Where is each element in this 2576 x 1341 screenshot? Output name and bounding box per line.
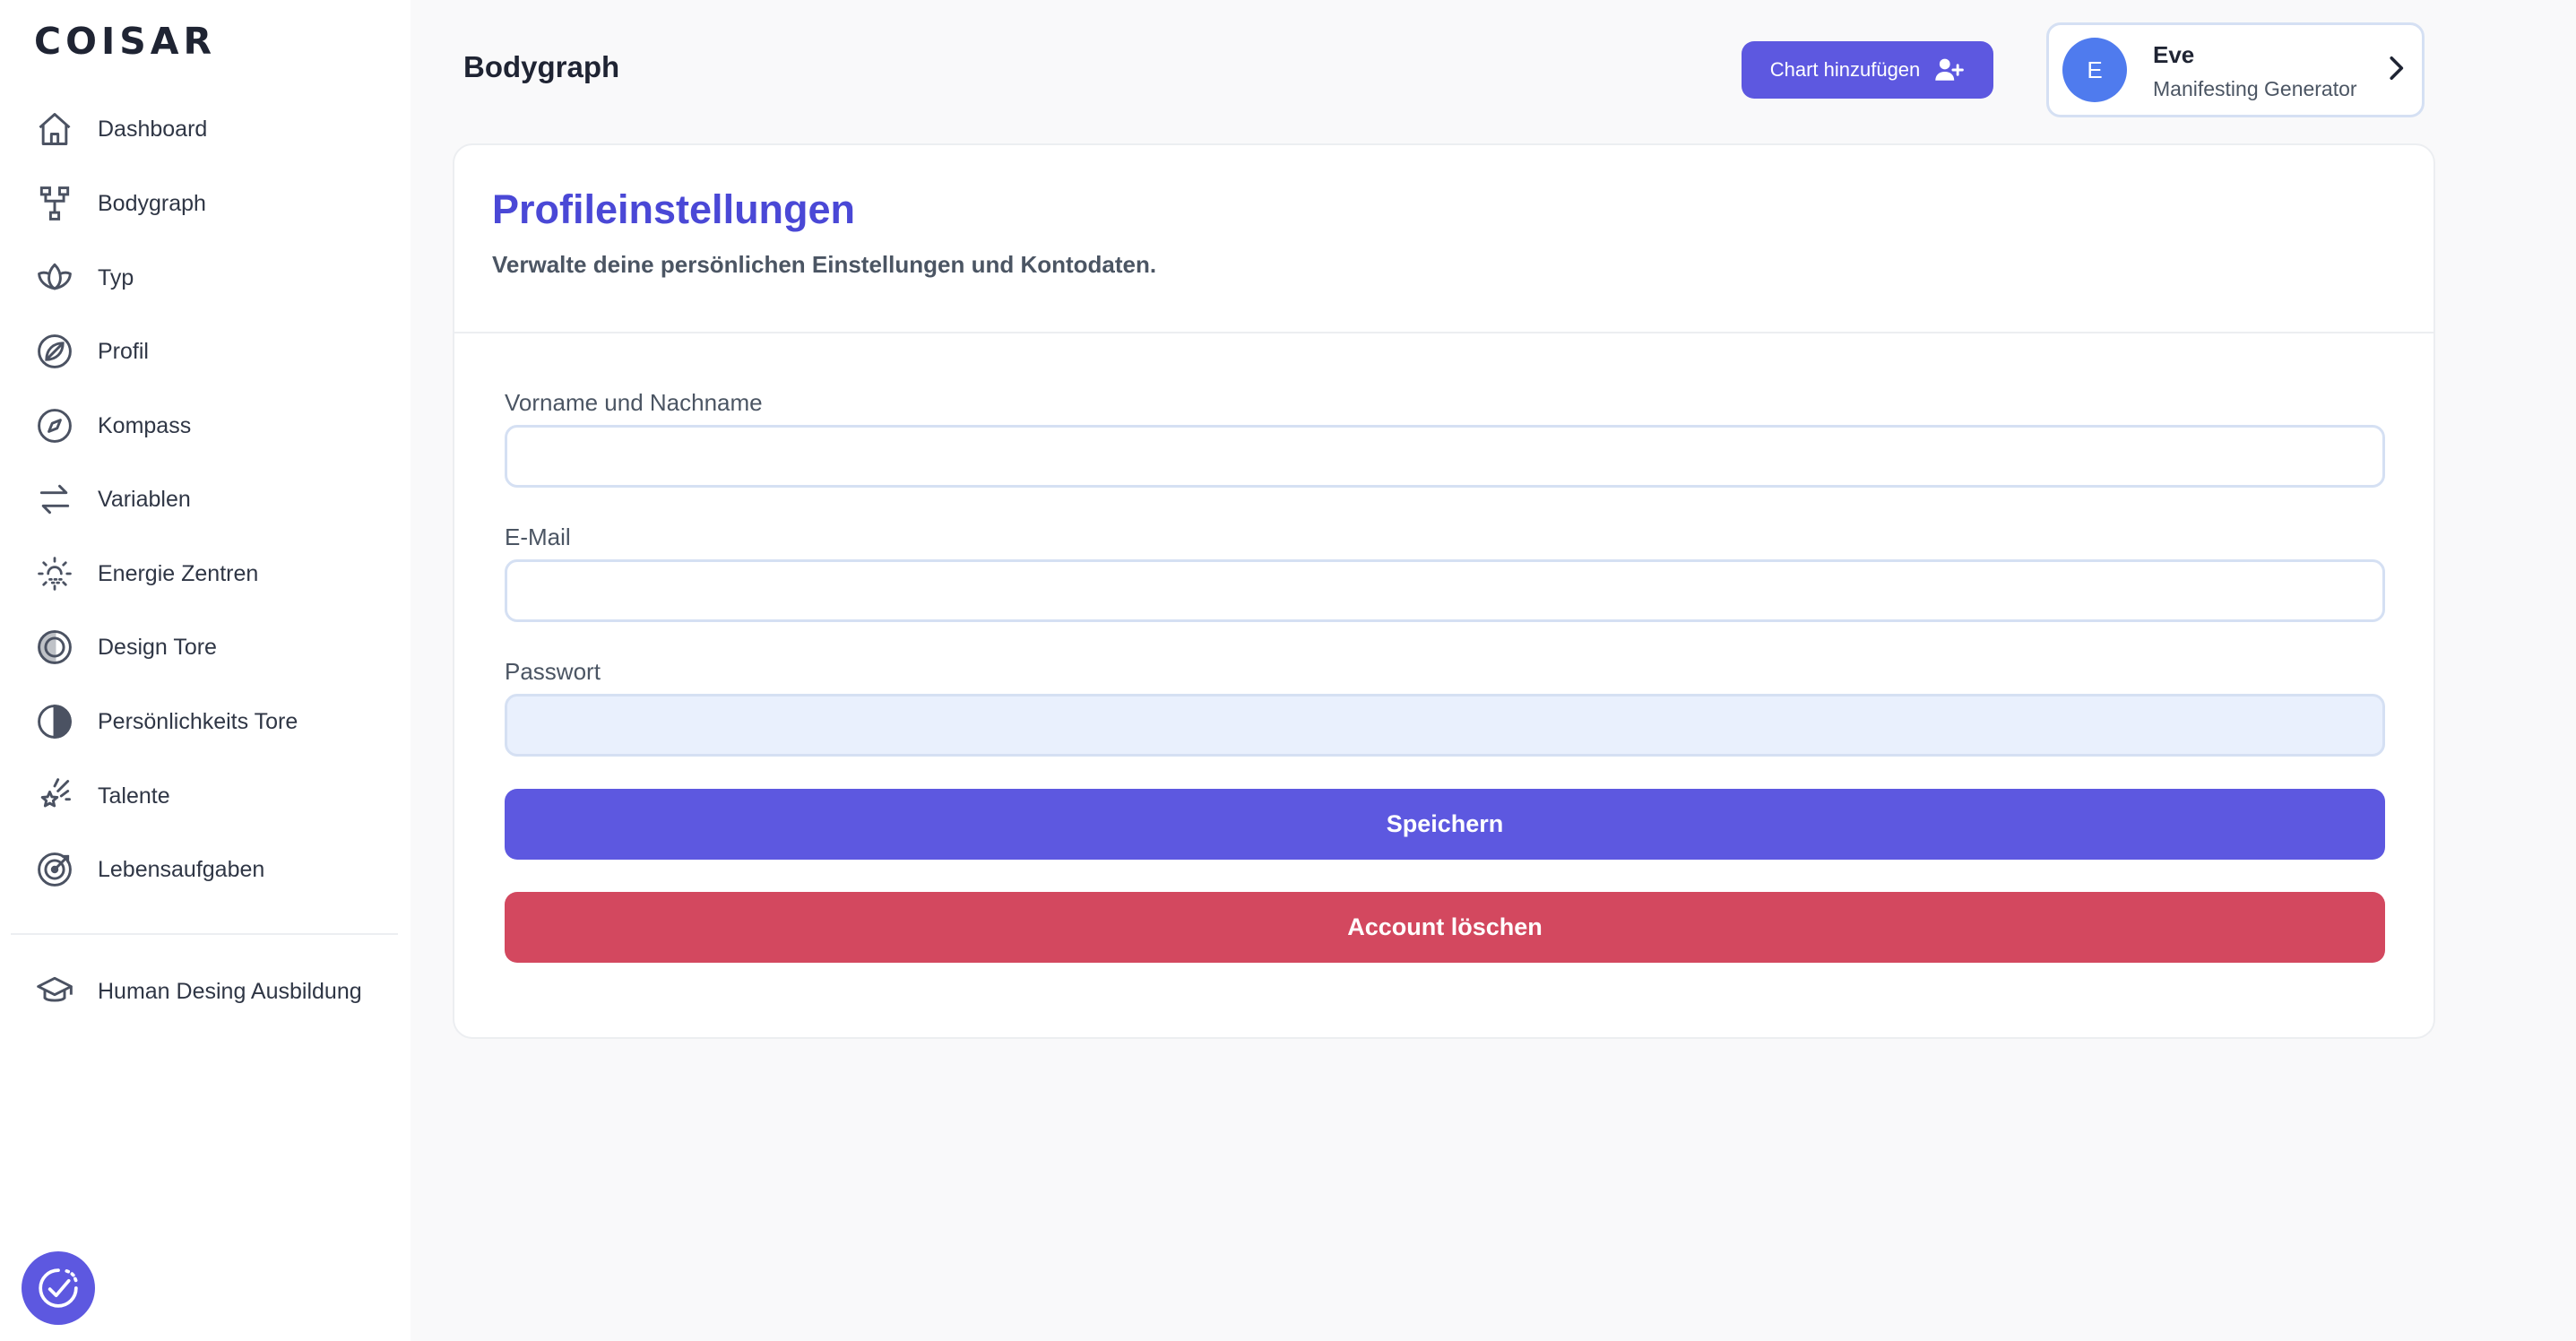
compass-icon	[34, 405, 75, 446]
bodygraph-icon	[34, 183, 75, 224]
profile-switcher[interactable]: E Eve Manifesting Generator	[2046, 22, 2425, 117]
leaf-circle-icon	[34, 331, 75, 372]
sidebar-item-dashboard[interactable]: Dashboard	[0, 98, 411, 160]
sidebar-item-label: Variablen	[98, 486, 191, 512]
chevron-right-icon	[2386, 54, 2406, 87]
sidebar-item-label: Human Desing Ausbildung	[98, 978, 362, 1004]
sidebar-item-label: Talente	[98, 783, 170, 809]
clock-check-icon	[33, 1263, 83, 1313]
sidebar-divider	[11, 933, 398, 935]
sidebar-item-label: Typ	[98, 264, 134, 290]
arrows-swap-icon	[34, 479, 75, 520]
sidebar-item-design-tore[interactable]: Design Tore	[0, 616, 411, 679]
sidebar-item-lebensaufgaben[interactable]: Lebensaufgaben	[0, 838, 411, 901]
target-icon	[34, 849, 75, 890]
add-chart-label: Chart hinzufügen	[1769, 58, 1921, 81]
sidebar-item-energie-zentren[interactable]: Energie Zentren	[0, 542, 411, 605]
sidebar-item-kompass[interactable]: Kompass	[0, 394, 411, 457]
sidebar-item-persoenlichkeits-tore[interactable]: Persönlichkeits Tore	[0, 690, 411, 753]
sidebar-item-label: Dashboard	[98, 116, 208, 142]
sidebar-item-label: Bodygraph	[98, 190, 206, 216]
add-chart-button[interactable]: Chart hinzufügen	[1742, 41, 1993, 99]
settings-title: Profileinstellungen	[492, 186, 856, 232]
card-header: Profileinstellungen Verwalte deine persö…	[454, 145, 2433, 333]
graduation-cap-icon	[34, 971, 75, 1012]
help-button[interactable]	[22, 1251, 95, 1325]
name-field[interactable]	[505, 425, 2385, 488]
user-plus-icon	[1934, 56, 1965, 83]
sidebar-item-human-design-ausbildung[interactable]: Human Desing Ausbildung	[0, 960, 411, 1023]
sidebar-item-label: Design Tore	[98, 634, 217, 660]
delete-account-button[interactable]: Account löschen	[505, 892, 2385, 963]
sidebar-item-bodygraph[interactable]: Bodygraph	[0, 172, 411, 235]
sidebar-item-profil[interactable]: Profil	[0, 320, 411, 383]
name-field-label: Vorname und Nachname	[505, 389, 763, 416]
email-field-label: E-Mail	[505, 523, 571, 550]
sidebar-item-label: Lebensaufgaben	[98, 856, 265, 882]
sparkle-star-icon	[34, 775, 75, 817]
page-title: Bodygraph	[463, 50, 620, 83]
energy-centers-icon	[34, 553, 75, 594]
sidebar-item-typ[interactable]: Typ	[0, 247, 411, 309]
profile-name: Eve	[2153, 41, 2195, 68]
avatar: E	[2062, 38, 2127, 102]
half-circle-right-icon	[34, 701, 75, 742]
sidebar-item-variablen[interactable]: Variablen	[0, 468, 411, 531]
home-icon	[34, 108, 75, 150]
password-field-label: Passwort	[505, 658, 601, 685]
sidebar-item-label: Persönlichkeits Tore	[98, 708, 298, 734]
half-circle-icon	[34, 627, 75, 668]
sidebar-item-label: Energie Zentren	[98, 560, 259, 586]
sidebar-item-talente[interactable]: Talente	[0, 765, 411, 827]
settings-subtitle: Verwalte deine persönlichen Einstellunge…	[492, 251, 1157, 278]
sidebar-item-label: Profil	[98, 338, 149, 364]
sidebar-item-label: Kompass	[98, 412, 192, 438]
profile-settings-card: Profileinstellungen Verwalte deine persö…	[453, 143, 2435, 1039]
password-field[interactable]	[505, 694, 2385, 757]
lotus-icon	[34, 257, 75, 298]
profile-type: Manifesting Generator	[2153, 77, 2357, 100]
email-field[interactable]	[505, 559, 2385, 622]
app-logo[interactable]: COISAR	[34, 20, 216, 63]
save-button[interactable]: Speichern	[505, 789, 2385, 860]
sidebar: COISAR Dashboard Bodygraph Typ Profil Ko…	[0, 0, 411, 1341]
